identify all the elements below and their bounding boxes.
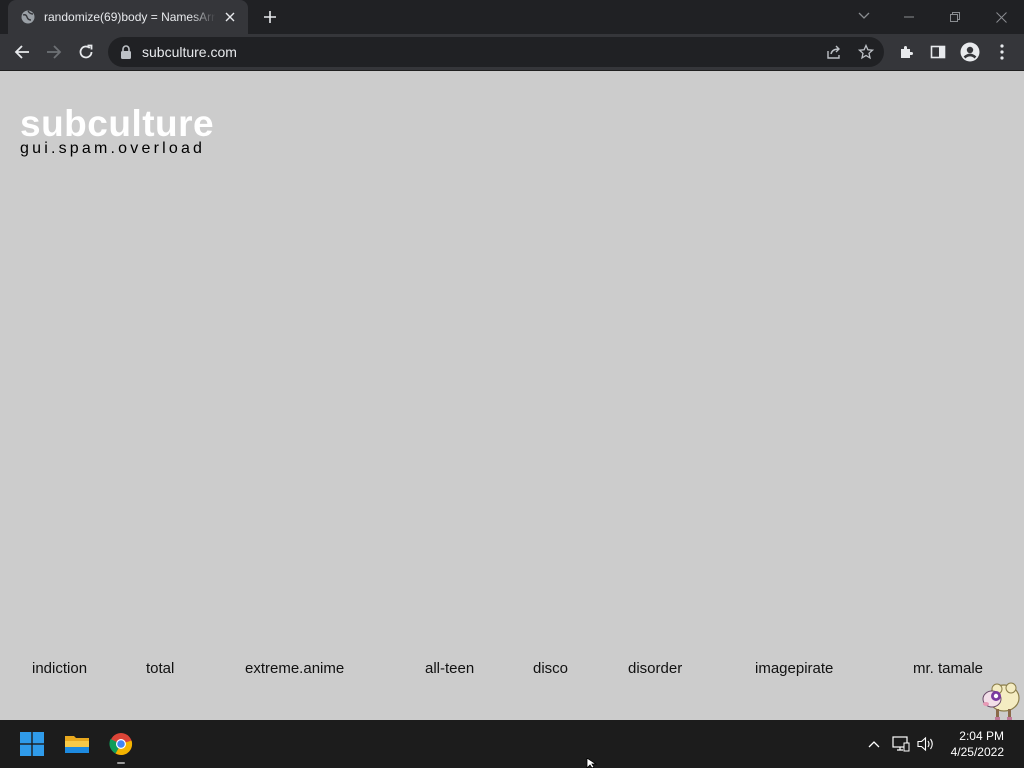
- lock-icon: [121, 45, 131, 59]
- clock-time: 2:04 PM: [959, 729, 1004, 743]
- reload-button[interactable]: [72, 38, 100, 66]
- nav-link-disorder[interactable]: disorder: [628, 660, 682, 677]
- taskbar: 2:04 PM 4/25/2022: [0, 720, 1024, 768]
- new-tab-button[interactable]: [258, 6, 282, 28]
- star-icon[interactable]: [854, 40, 878, 64]
- tab-strip: randomize(69)body = NamesArray: [0, 0, 1024, 34]
- profile-icon[interactable]: [956, 38, 984, 66]
- mouse-cursor-icon: [586, 758, 598, 768]
- nav-link-total[interactable]: total: [146, 660, 174, 677]
- minimize-icon: [904, 16, 914, 18]
- url-text: subculture.com: [142, 44, 237, 60]
- globe-icon: [20, 9, 36, 25]
- window-controls: [886, 0, 1024, 34]
- close-window-button[interactable]: [978, 0, 1024, 34]
- network-icon[interactable]: [891, 734, 911, 754]
- chrome-icon[interactable]: [107, 730, 135, 758]
- sheep-icon[interactable]: [978, 679, 1022, 721]
- running-app-indicator: [117, 762, 125, 764]
- nav-link-mr-tamale[interactable]: mr. tamale: [913, 660, 983, 677]
- share-icon[interactable]: [822, 40, 846, 64]
- tab-title: randomize(69)body = NamesArray: [44, 10, 216, 24]
- clock-date: 4/25/2022: [950, 745, 1004, 759]
- close-icon: [995, 11, 1007, 23]
- browser-toolbar: subculture.com: [0, 34, 1024, 70]
- site-title: subculture: [20, 103, 215, 144]
- back-button[interactable]: [8, 38, 36, 66]
- arrow-right-icon: [47, 45, 62, 59]
- system-clock[interactable]: 2:04 PM 4/25/2022: [951, 728, 1004, 760]
- plus-icon: [264, 11, 276, 23]
- restore-button[interactable]: [932, 0, 978, 34]
- site-subtitle: gui.spam.overload: [20, 140, 206, 157]
- arrow-left-icon: [14, 45, 29, 59]
- side-panel-icon[interactable]: [924, 38, 952, 66]
- nav-link-all-teen[interactable]: all-teen: [425, 660, 474, 677]
- tab-search-button[interactable]: [852, 4, 876, 28]
- more-menu-icon[interactable]: [988, 38, 1016, 66]
- address-bar[interactable]: subculture.com: [108, 37, 884, 67]
- page-content: subculture gui.spam.overload indiction t…: [0, 71, 1024, 720]
- volume-icon[interactable]: [916, 734, 936, 754]
- nav-link-imagepirate[interactable]: imagepirate: [755, 660, 833, 677]
- nav-link-indiction[interactable]: indiction: [32, 660, 87, 677]
- close-tab-icon[interactable]: [222, 9, 238, 25]
- extensions-icon[interactable]: [892, 38, 920, 66]
- file-explorer-icon[interactable]: [63, 730, 91, 758]
- restore-icon: [950, 12, 960, 22]
- forward-button[interactable]: [40, 38, 68, 66]
- reload-icon: [79, 44, 93, 59]
- nav-link-extreme-anime[interactable]: extreme.anime: [245, 660, 344, 677]
- windows-start-icon[interactable]: [18, 730, 46, 758]
- minimize-button[interactable]: [886, 0, 932, 34]
- nav-link-disco[interactable]: disco: [533, 660, 568, 677]
- browser-tab[interactable]: randomize(69)body = NamesArray: [8, 0, 248, 34]
- chevron-up-icon[interactable]: [864, 734, 884, 754]
- chevron-down-icon: [858, 12, 870, 19]
